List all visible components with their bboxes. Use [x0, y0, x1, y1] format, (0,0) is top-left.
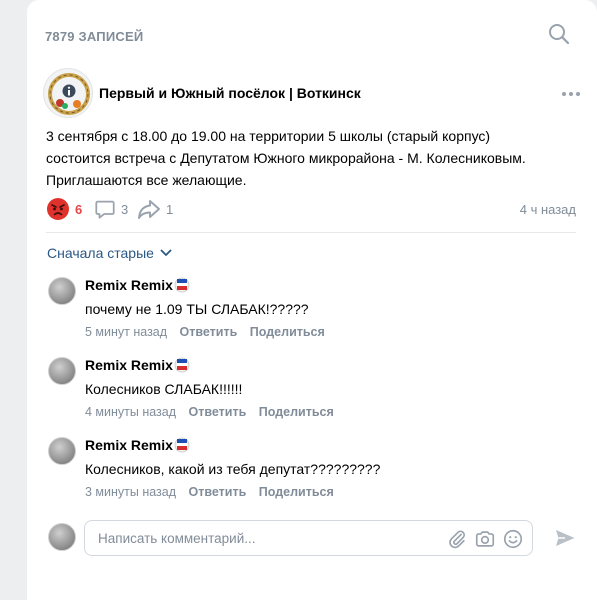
comment-item: Remix Remix Колесников СЛАБАК!!!!!! 4 ми… — [48, 357, 568, 427]
comment-item: Remix Remix почему не 1.09 ТЫ СЛАБАК!???… — [48, 277, 568, 347]
comment-input-box[interactable] — [84, 520, 533, 556]
reply-button[interactable]: Ответить — [180, 325, 238, 339]
share-comment-button[interactable]: Поделиться — [259, 405, 334, 419]
avatar[interactable] — [48, 523, 76, 551]
avatar[interactable] — [48, 357, 76, 385]
comment-input[interactable] — [85, 521, 425, 555]
reply-button[interactable]: Ответить — [189, 405, 247, 419]
comment-text: почему не 1.09 ТЫ СЛАБАК!????? — [85, 301, 309, 317]
group-avatar[interactable] — [43, 68, 93, 118]
comment-composer — [48, 520, 578, 556]
reaction-button[interactable]: 6 — [46, 197, 82, 221]
comment-author[interactable]: Remix Remix — [85, 437, 173, 453]
share-button[interactable]: 1 — [137, 197, 173, 221]
paperclip-icon[interactable] — [446, 528, 468, 550]
flag-badge-icon — [174, 277, 190, 293]
shares-count: 1 — [166, 201, 174, 217]
comments-button[interactable]: 3 — [94, 197, 128, 221]
angry-face-icon — [47, 198, 69, 220]
post-header: Первый и Южный посёлок | Воткинск — [43, 68, 583, 118]
comment-time: 3 минуты назад — [85, 485, 177, 499]
group-name[interactable]: Первый и Южный посёлок | Воткинск — [99, 85, 361, 101]
emoji-icon[interactable] — [502, 528, 524, 550]
post-actions: 6 3 1 4 ч назад — [46, 197, 576, 221]
comment-time: 5 минут назад — [85, 325, 168, 339]
share-comment-button[interactable]: Поделиться — [250, 325, 325, 339]
share-comment-button[interactable]: Поделиться — [259, 485, 334, 499]
comment-meta: 5 минут назад Ответить Поделиться — [85, 325, 325, 339]
post-time: 4 ч назад — [519, 202, 576, 217]
post-text-line: Приглашаются все желающие. — [46, 172, 247, 188]
avatar[interactable] — [48, 277, 76, 305]
post-text-line: 3 сентября с 18.00 до 19.00 на территори… — [46, 128, 491, 144]
reply-button[interactable]: Ответить — [189, 485, 247, 499]
search-icon[interactable] — [547, 22, 571, 46]
flag-badge-icon — [174, 437, 190, 453]
comment-item: Remix Remix Колесников, какой из тебя де… — [48, 437, 568, 507]
comment-meta: 4 минуты назад Ответить Поделиться — [85, 405, 334, 419]
camera-icon[interactable] — [474, 528, 496, 550]
share-icon — [138, 200, 160, 219]
comment-time: 4 минуты назад — [85, 405, 177, 419]
post-card: 7879 ЗАПИСЕЙ Первый и Южный посёлок | Во… — [27, 0, 597, 600]
comment-author[interactable]: Remix Remix — [85, 277, 173, 293]
reactions-count: 6 — [75, 201, 83, 217]
comment-icon — [95, 200, 115, 219]
comment-text: Колесников, какой из тебя депутат???????… — [85, 461, 381, 477]
records-count: 7879 ЗАПИСЕЙ — [45, 29, 144, 44]
flag-badge-icon — [174, 357, 190, 373]
divider — [46, 232, 576, 233]
comment-author[interactable]: Remix Remix — [85, 357, 173, 373]
send-icon[interactable] — [553, 526, 577, 550]
post-text: 3 сентября с 18.00 до 19.00 на территори… — [46, 125, 566, 191]
more-horizontal-icon[interactable] — [559, 86, 583, 102]
comments-count: 3 — [121, 201, 129, 217]
sort-label: Сначала старые — [47, 245, 154, 261]
avatar[interactable] — [48, 437, 76, 465]
comment-meta: 3 минуты назад Ответить Поделиться — [85, 485, 334, 499]
post-text-line: состоится встреча с Депутатом Южного мик… — [46, 150, 526, 166]
sort-dropdown[interactable]: Сначала старые — [47, 245, 172, 261]
comment-text: Колесников СЛАБАК!!!!!! — [85, 381, 243, 397]
chevron-down-icon — [160, 249, 172, 256]
